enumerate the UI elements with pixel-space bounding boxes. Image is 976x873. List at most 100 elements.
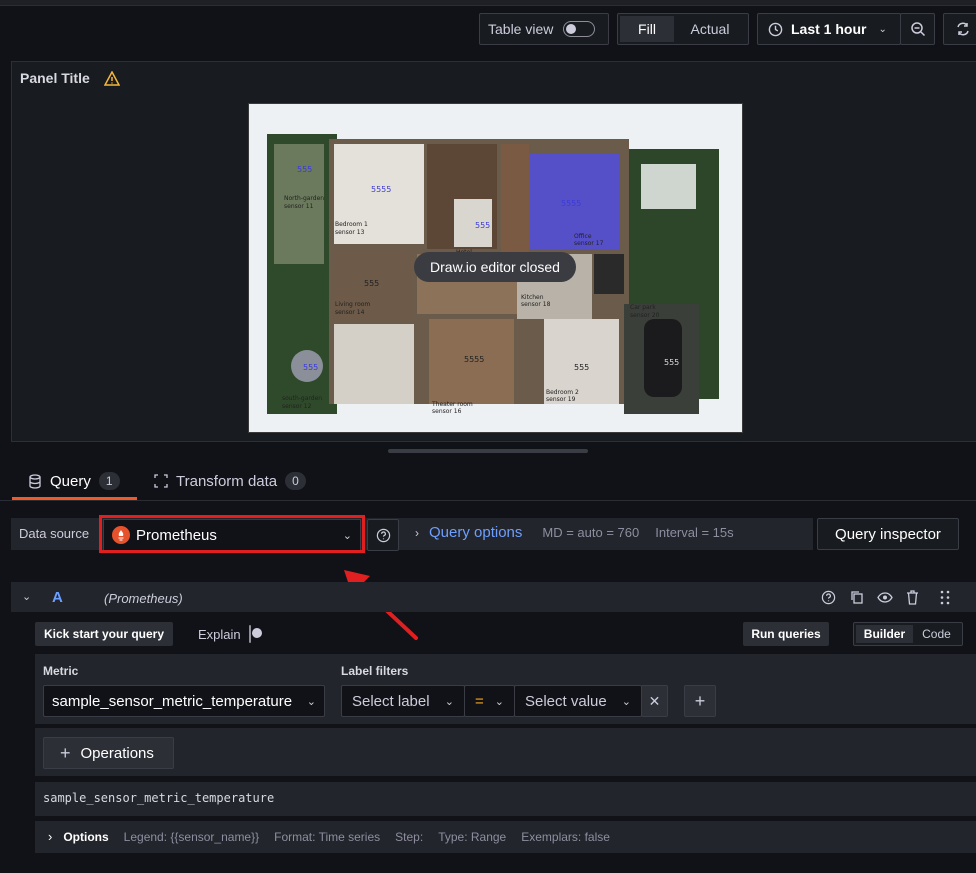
actual-button[interactable]: Actual xyxy=(674,16,746,42)
svg-text:555: 555 xyxy=(303,363,318,372)
svg-text:Living room: Living room xyxy=(335,301,370,308)
tab-transform-label: Transform data xyxy=(176,472,278,490)
svg-text:sensor 14: sensor 14 xyxy=(335,309,365,316)
transform-icon xyxy=(154,474,168,488)
query-options-toggle[interactable]: › Query options MD = auto = 760 Interval… xyxy=(415,524,734,541)
drag-handle-icon[interactable] xyxy=(940,590,950,605)
time-range-picker[interactable]: Last 1 hour ⌄ xyxy=(757,13,901,45)
table-view-label: Table view xyxy=(488,21,554,37)
svg-text:555: 555 xyxy=(364,279,379,288)
chevron-down-icon: ⌄ xyxy=(444,695,454,708)
duplicate-icon[interactable] xyxy=(850,590,864,605)
panel-title: Panel Title xyxy=(20,70,120,86)
kickstart-button[interactable]: Kick start your query xyxy=(35,622,173,646)
legend-info: Legend: {{sensor_name}} xyxy=(123,829,260,844)
toast-notification: Draw.io editor closed xyxy=(414,252,576,282)
add-filter-button[interactable]: + xyxy=(684,685,716,717)
step-info: Step: xyxy=(395,829,424,844)
chevron-down-icon: ⌄ xyxy=(621,695,631,708)
help-icon[interactable] xyxy=(821,590,836,605)
operations-section xyxy=(35,728,976,776)
options-summary[interactable]: › Options Legend: {{sensor_name}} Format… xyxy=(48,829,610,844)
svg-text:sensor 12: sensor 12 xyxy=(282,403,312,410)
select-value-placeholder: Select value xyxy=(525,692,607,710)
zoom-out-icon xyxy=(910,22,925,37)
query-preview: sample_sensor_metric_temperature xyxy=(43,791,275,805)
svg-text:555: 555 xyxy=(297,165,312,174)
builder-mode-button[interactable]: Builder xyxy=(856,625,913,643)
datasource-help-button[interactable] xyxy=(367,519,399,551)
svg-text:sensor 11: sensor 11 xyxy=(284,203,314,210)
svg-text:sensor 17: sensor 17 xyxy=(574,240,604,247)
select-label-placeholder: Select label xyxy=(352,692,430,710)
run-queries-label: Run queries xyxy=(751,627,821,641)
chevron-down-icon: ⌄ xyxy=(494,695,504,708)
trash-icon[interactable] xyxy=(906,590,919,605)
svg-text:south-garden: south-garden xyxy=(282,395,322,402)
svg-text:sensor 20: sensor 20 xyxy=(630,312,660,319)
code-mode-button[interactable]: Code xyxy=(913,625,960,643)
svg-text:sensor 18: sensor 18 xyxy=(521,301,551,308)
svg-text:555: 555 xyxy=(574,363,589,372)
metric-select[interactable]: sample_sensor_metric_temperature ⌄ xyxy=(43,685,325,717)
md-info: MD = auto = 760 xyxy=(542,525,640,540)
exemplars-info: Exemplars: false xyxy=(521,829,610,844)
panel-title-text: Panel Title xyxy=(20,70,90,86)
table-view-toggle[interactable]: Table view xyxy=(479,13,609,45)
svg-text:Car park: Car park xyxy=(630,304,656,311)
svg-text:Bedroom 2: Bedroom 2 xyxy=(546,389,579,396)
close-icon: ✕ xyxy=(648,692,661,709)
interval-info: Interval = 15s xyxy=(655,525,734,540)
svg-text:5555: 5555 xyxy=(371,185,391,194)
label-filters-label: Label filters xyxy=(341,664,409,678)
query-options-label: Query options xyxy=(429,524,523,541)
run-queries-button[interactable]: Run queries xyxy=(743,622,829,646)
table-view-switch[interactable] xyxy=(563,21,596,37)
query-inspector-button[interactable]: Query inspector xyxy=(817,518,959,550)
time-range-label: Last 1 hour xyxy=(791,21,867,37)
svg-text:Bedroom 1: Bedroom 1 xyxy=(335,221,368,228)
chevron-right-icon: › xyxy=(415,525,419,540)
tab-query[interactable]: Query 1 xyxy=(28,472,120,490)
explain-switch[interactable] xyxy=(249,625,262,643)
operator-value: = xyxy=(475,692,484,710)
tab-query-label: Query xyxy=(50,472,91,490)
datasource-label: Data source xyxy=(19,526,90,541)
chevron-down-icon: ⌄ xyxy=(878,23,887,35)
svg-text:North-garden: North-garden xyxy=(284,195,324,202)
svg-text:sensor 19: sensor 19 xyxy=(546,396,576,403)
top-strip xyxy=(0,0,976,6)
select-value-dropdown[interactable]: Select value ⌄ xyxy=(514,685,642,717)
operator-dropdown[interactable]: = ⌄ xyxy=(464,685,515,717)
query-datasource-name: (Prometheus) xyxy=(104,591,183,606)
zoom-out-button[interactable] xyxy=(900,13,935,45)
query-count-badge: 1 xyxy=(98,472,120,490)
refresh-button[interactable] xyxy=(943,13,976,45)
query-ref-id[interactable]: A xyxy=(52,589,63,606)
svg-text:5555: 5555 xyxy=(464,355,484,364)
clock-icon xyxy=(768,22,783,36)
svg-text:5555: 5555 xyxy=(561,199,581,208)
refresh-icon xyxy=(957,22,969,36)
operations-button[interactable]: + Operations xyxy=(43,737,174,769)
collapse-query-icon[interactable]: ⌄ xyxy=(22,590,31,603)
tabs-divider xyxy=(0,500,976,501)
fill-actual-group: Fill Actual xyxy=(617,13,749,45)
select-label-dropdown[interactable]: Select label ⌄ xyxy=(341,685,465,717)
warning-icon[interactable] xyxy=(103,70,120,86)
annotation-highlight-box xyxy=(99,515,365,553)
tab-transform[interactable]: Transform data 0 xyxy=(154,472,306,490)
svg-text:555: 555 xyxy=(475,221,490,230)
remove-filter-button[interactable]: ✕ xyxy=(641,685,668,717)
fill-button[interactable]: Fill xyxy=(620,16,674,42)
format-info: Format: Time series xyxy=(274,829,381,844)
svg-text:sensor 16: sensor 16 xyxy=(432,408,462,415)
svg-text:Theater room: Theater room xyxy=(431,401,473,408)
panel-splitter-handle[interactable] xyxy=(388,449,588,453)
eye-icon[interactable] xyxy=(877,592,893,603)
chevron-right-icon: › xyxy=(48,829,53,844)
help-icon xyxy=(376,528,390,542)
options-label: Options xyxy=(63,829,109,844)
metric-value: sample_sensor_metric_temperature xyxy=(52,692,293,710)
svg-text:Office: Office xyxy=(574,233,592,240)
